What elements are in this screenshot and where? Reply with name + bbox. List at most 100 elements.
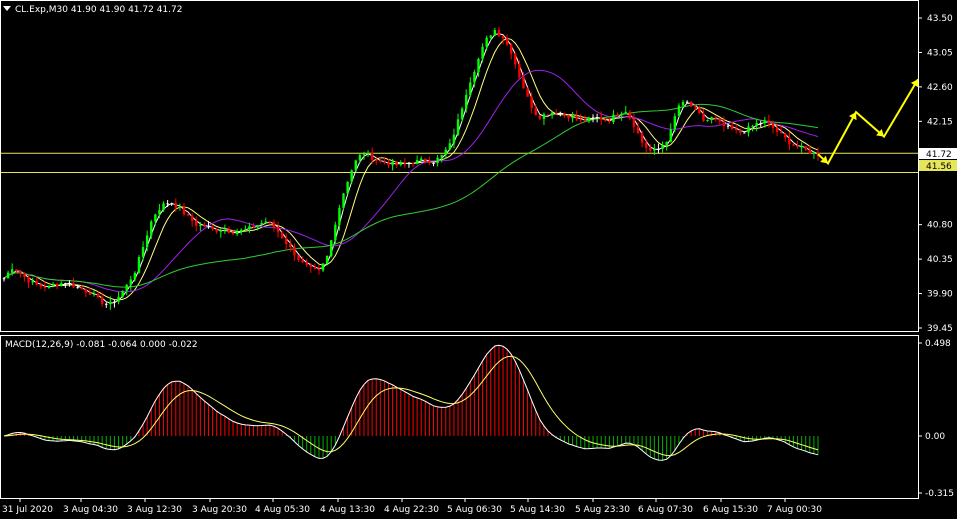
price-tick-label: 42.60	[927, 83, 953, 93]
candle-body	[64, 283, 67, 285]
candle-body	[162, 203, 165, 210]
candle-body	[174, 203, 177, 208]
candle-body	[76, 287, 79, 289]
candle-body	[227, 229, 231, 234]
candle-body	[31, 281, 34, 283]
candle-body	[657, 148, 660, 150]
time-tick-label: 4 Aug 13:30	[320, 505, 375, 515]
candle-body	[383, 161, 386, 163]
candle-body	[215, 229, 218, 232]
macd-tick-label: -0.315	[925, 489, 954, 499]
candle-body	[264, 221, 267, 223]
candle-body	[199, 224, 202, 226]
price-tick-label: 43.05	[927, 48, 953, 58]
candle-body	[485, 37, 488, 47]
candle-body	[166, 203, 169, 205]
candle-body	[734, 129, 738, 131]
candle-body	[182, 206, 186, 215]
triangle-down-icon[interactable]	[3, 6, 11, 11]
price-tick-label: 40.35	[927, 255, 953, 265]
candle-body	[256, 225, 259, 228]
candle-body	[411, 163, 415, 165]
candle-body	[297, 255, 300, 260]
candle-body	[661, 145, 664, 149]
candle-body	[133, 272, 137, 280]
candle-body	[689, 101, 693, 107]
price-tick-label: 39.90	[927, 290, 953, 300]
macd-tick-label: 0.00	[925, 432, 945, 442]
candle-body	[792, 144, 795, 146]
candle-body	[640, 133, 644, 143]
candle-body	[39, 284, 43, 287]
candle-body	[391, 161, 394, 166]
candle-body	[595, 117, 599, 119]
candle-body	[178, 206, 182, 208]
candle-body	[759, 122, 762, 124]
candle-body	[747, 126, 750, 133]
candle-body	[460, 108, 464, 120]
candle-body	[481, 46, 484, 59]
candle-body	[19, 271, 22, 274]
candle-body	[219, 230, 222, 232]
candle-body	[522, 77, 525, 89]
candle-body	[55, 284, 59, 287]
candle-body	[301, 259, 304, 263]
candle-body	[591, 117, 595, 119]
candle-body	[47, 285, 51, 288]
candle-body	[100, 297, 104, 304]
candle-body	[403, 162, 407, 164]
candle-body	[395, 161, 398, 165]
candle-body	[673, 116, 677, 130]
time-tick-label: 5 Aug 06:30	[447, 505, 502, 515]
candle-body	[60, 283, 63, 287]
macd-header: MACD(12,26,9) -0.081 -0.064 0.000 -0.022	[5, 340, 198, 350]
candle-body	[370, 153, 374, 160]
candle-body	[223, 229, 227, 231]
time-tick-label: 6 Aug 15:30	[703, 505, 758, 515]
candle-body	[796, 145, 799, 147]
candle-body	[448, 143, 452, 150]
candle-body	[620, 113, 623, 116]
candle-body	[51, 284, 55, 286]
time-tick-label: 4 Aug 22:30	[384, 505, 439, 515]
candle-body	[514, 53, 517, 65]
candle-body	[771, 123, 775, 128]
candle-body	[289, 244, 292, 248]
trading-chart[interactable]: 43.50 43.05 42.60 42.15 40.80 40.35 39.90 39.45…	[0, 0, 957, 519]
macd-axis[interactable]: 0.498 0.00 -0.315	[918, 339, 954, 499]
candle-body	[109, 301, 112, 305]
candle-body	[195, 220, 198, 226]
candle-body	[23, 273, 26, 277]
candle-body	[72, 283, 75, 288]
candle-body	[43, 286, 47, 288]
signal-line	[3, 355, 819, 457]
candle-body	[141, 247, 145, 258]
candle-body	[669, 129, 672, 142]
candle-body	[538, 115, 542, 119]
candle-body	[600, 117, 603, 120]
candle-body	[493, 30, 497, 36]
candle-body	[632, 118, 636, 127]
candle-body	[10, 269, 14, 273]
candle-body	[456, 119, 460, 135]
price-axis[interactable]: 43.50 43.05 42.60 42.15 40.80 40.35 39.90 39.45	[918, 14, 953, 334]
candle-body	[186, 214, 190, 216]
candle-body	[92, 293, 96, 295]
candle-body	[534, 108, 537, 116]
candle-body	[366, 153, 370, 155]
candle-body	[501, 35, 505, 39]
candle-body	[567, 114, 570, 119]
candle-body	[338, 207, 341, 225]
candle-body	[698, 107, 701, 114]
candle-body	[375, 159, 378, 161]
candle-body	[88, 292, 92, 295]
candle-body	[804, 146, 807, 150]
candle-body	[121, 290, 124, 297]
candle-body	[636, 126, 640, 134]
candle-body	[203, 224, 206, 227]
candle-body	[775, 127, 779, 132]
candle-body	[710, 117, 713, 120]
macd-lines	[3, 344, 819, 461]
ma-fast-line	[3, 33, 819, 304]
time-axis[interactable]: 31 Jul 2020 3 Aug 04:30 3 Aug 12:30 3 Aug 2…	[2, 498, 822, 515]
